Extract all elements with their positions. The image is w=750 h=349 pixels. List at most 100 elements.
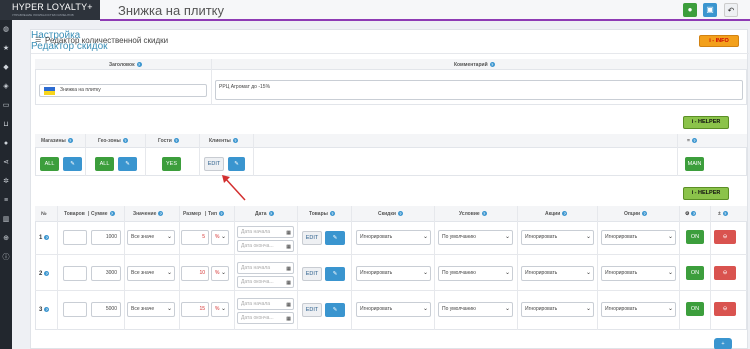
size-header: Размер: [183, 211, 202, 217]
status-toggle-button[interactable]: ON: [686, 230, 704, 244]
list-icon[interactable]: ≡: [2, 197, 10, 205]
remove-row-button[interactable]: ⊖: [714, 266, 736, 280]
help-icon[interactable]: ?: [44, 235, 50, 240]
products-edit-button[interactable]: EDIT: [302, 303, 322, 317]
help-icon[interactable]: ?: [44, 271, 50, 276]
goods-input[interactable]: [63, 266, 87, 281]
date-to-input[interactable]: Дата оконча... ▦: [237, 312, 294, 324]
date-to-input[interactable]: Дата оконча... ▦: [237, 240, 294, 252]
options-select[interactable]: Игнорировать: [601, 302, 676, 317]
condition-select[interactable]: По умолчанию: [438, 302, 513, 317]
help-icon[interactable]: ?: [232, 138, 238, 144]
geo-edit-button[interactable]: ✎: [118, 157, 137, 171]
share-icon[interactable]: ⋖: [2, 159, 10, 167]
date-from-input[interactable]: Дата начала ▦: [237, 298, 294, 310]
clients-edit-button[interactable]: EDIT: [204, 157, 224, 171]
status-toggle-button[interactable]: ON: [686, 302, 704, 316]
products-pencil-button[interactable]: ✎: [325, 267, 345, 281]
globe-icon[interactable]: ⊕: [2, 235, 10, 243]
help-icon[interactable]: ?: [218, 211, 224, 217]
goods-input[interactable]: [63, 230, 87, 245]
help-icon[interactable]: ?: [158, 211, 164, 217]
actions-select[interactable]: Игнорировать: [521, 230, 594, 245]
geo-all-button[interactable]: ALL: [95, 157, 114, 171]
type-select[interactable]: %: [211, 302, 229, 317]
save-copy-button[interactable]: ▣: [703, 3, 717, 17]
editor-helper-button[interactable]: i - HELPER: [683, 187, 729, 200]
tags-icon[interactable]: ◈: [2, 83, 10, 91]
stores-all-button[interactable]: ALL: [40, 157, 59, 171]
help-icon[interactable]: ?: [642, 211, 648, 217]
value-select[interactable]: Все значе: [127, 230, 175, 245]
condition-select[interactable]: По умолчанию: [438, 266, 513, 281]
header-input[interactable]: Знижка на плитку: [39, 84, 207, 97]
options-select[interactable]: Игнорировать: [601, 266, 676, 281]
size-input[interactable]: 15: [181, 302, 209, 317]
stores-edit-button[interactable]: ✎: [63, 157, 82, 171]
help-icon[interactable]: ?: [329, 211, 335, 217]
help-icon[interactable]: ?: [44, 307, 50, 312]
products-edit-button[interactable]: EDIT: [302, 267, 322, 281]
help-icon[interactable]: ?: [722, 211, 728, 217]
help-icon[interactable]: ?: [173, 138, 179, 144]
sum-input[interactable]: 1000: [91, 230, 121, 245]
products-pencil-button[interactable]: ✎: [325, 231, 345, 245]
info-button[interactable]: i - INFO: [699, 35, 739, 47]
products-edit-button[interactable]: EDIT: [302, 231, 322, 245]
discounts-select[interactable]: Игнорировать: [356, 302, 431, 317]
type-select[interactable]: %: [211, 266, 229, 281]
condition-select[interactable]: По умолчанию: [438, 230, 513, 245]
size-input[interactable]: 5: [181, 230, 209, 245]
date-from-input[interactable]: Дата начала ▦: [237, 262, 294, 274]
date-to-input[interactable]: Дата оконча... ▦: [237, 276, 294, 288]
sum-input[interactable]: 3000: [91, 266, 121, 281]
brand-logo[interactable]: HYPER LOYALTY+ УПРАВЛЕНИЕ ЛОЯЛЬНОСТЬЮ КЛ…: [0, 0, 100, 20]
actions-select[interactable]: Игнорировать: [521, 302, 594, 317]
gear-icon[interactable]: ✲: [2, 178, 10, 186]
discounts-select[interactable]: Игнорировать: [356, 266, 431, 281]
value-select[interactable]: Все значе: [127, 266, 175, 281]
help-icon[interactable]: ?: [481, 211, 487, 217]
help-icon[interactable]: ?: [397, 211, 403, 217]
users-icon[interactable]: ●: [2, 140, 10, 148]
help-icon[interactable]: ?: [691, 138, 697, 144]
main-button[interactable]: MAIN: [685, 157, 704, 171]
actions-select[interactable]: Игнорировать: [521, 266, 594, 281]
tag-icon[interactable]: ◆: [2, 64, 10, 72]
help-icon[interactable]: ?: [136, 62, 142, 68]
help-icon[interactable]: ?: [562, 211, 568, 217]
goods-input[interactable]: [63, 302, 87, 317]
cart-icon[interactable]: ⊔: [2, 121, 10, 129]
type-select[interactable]: %: [211, 230, 229, 245]
monitor-icon[interactable]: ▭: [2, 102, 10, 110]
dashboard-icon[interactable]: ◍: [2, 26, 10, 34]
help-icon[interactable]: ?: [109, 211, 115, 217]
info-icon[interactable]: ⓘ: [2, 254, 10, 262]
help-icon[interactable]: ?: [268, 211, 274, 217]
star-icon[interactable]: ★: [2, 45, 10, 53]
help-icon[interactable]: ?: [67, 138, 73, 144]
comment-textarea[interactable]: РРЦ Агромат до -15%: [215, 80, 743, 100]
discounts-select[interactable]: Игнорировать: [356, 230, 431, 245]
back-button[interactable]: ↶: [724, 3, 738, 17]
options-select[interactable]: Игнорировать: [601, 230, 676, 245]
help-icon[interactable]: ?: [691, 211, 697, 217]
save-button[interactable]: ●: [683, 3, 697, 17]
settings-helper-button[interactable]: i - HELPER: [683, 116, 729, 129]
sum-input[interactable]: 5000: [91, 302, 121, 317]
value-select[interactable]: Все значе: [127, 302, 175, 317]
products-pencil-button[interactable]: ✎: [325, 303, 345, 317]
remove-row-button[interactable]: ⊖: [714, 230, 736, 244]
clients-pencil-button[interactable]: ✎: [228, 157, 245, 171]
size-input[interactable]: 10: [181, 266, 209, 281]
date-from-input[interactable]: Дата начала ▦: [237, 226, 294, 238]
guests-yes-button[interactable]: YES: [162, 157, 181, 171]
col-divider: [57, 206, 58, 330]
add-row-button[interactable]: +: [714, 338, 732, 349]
remove-row-button[interactable]: ⊖: [714, 302, 736, 316]
row-divider: [35, 290, 747, 291]
help-icon[interactable]: ?: [489, 62, 495, 68]
help-icon[interactable]: ?: [122, 138, 128, 144]
chart-icon[interactable]: ▥: [2, 216, 10, 224]
status-toggle-button[interactable]: ON: [686, 266, 704, 280]
